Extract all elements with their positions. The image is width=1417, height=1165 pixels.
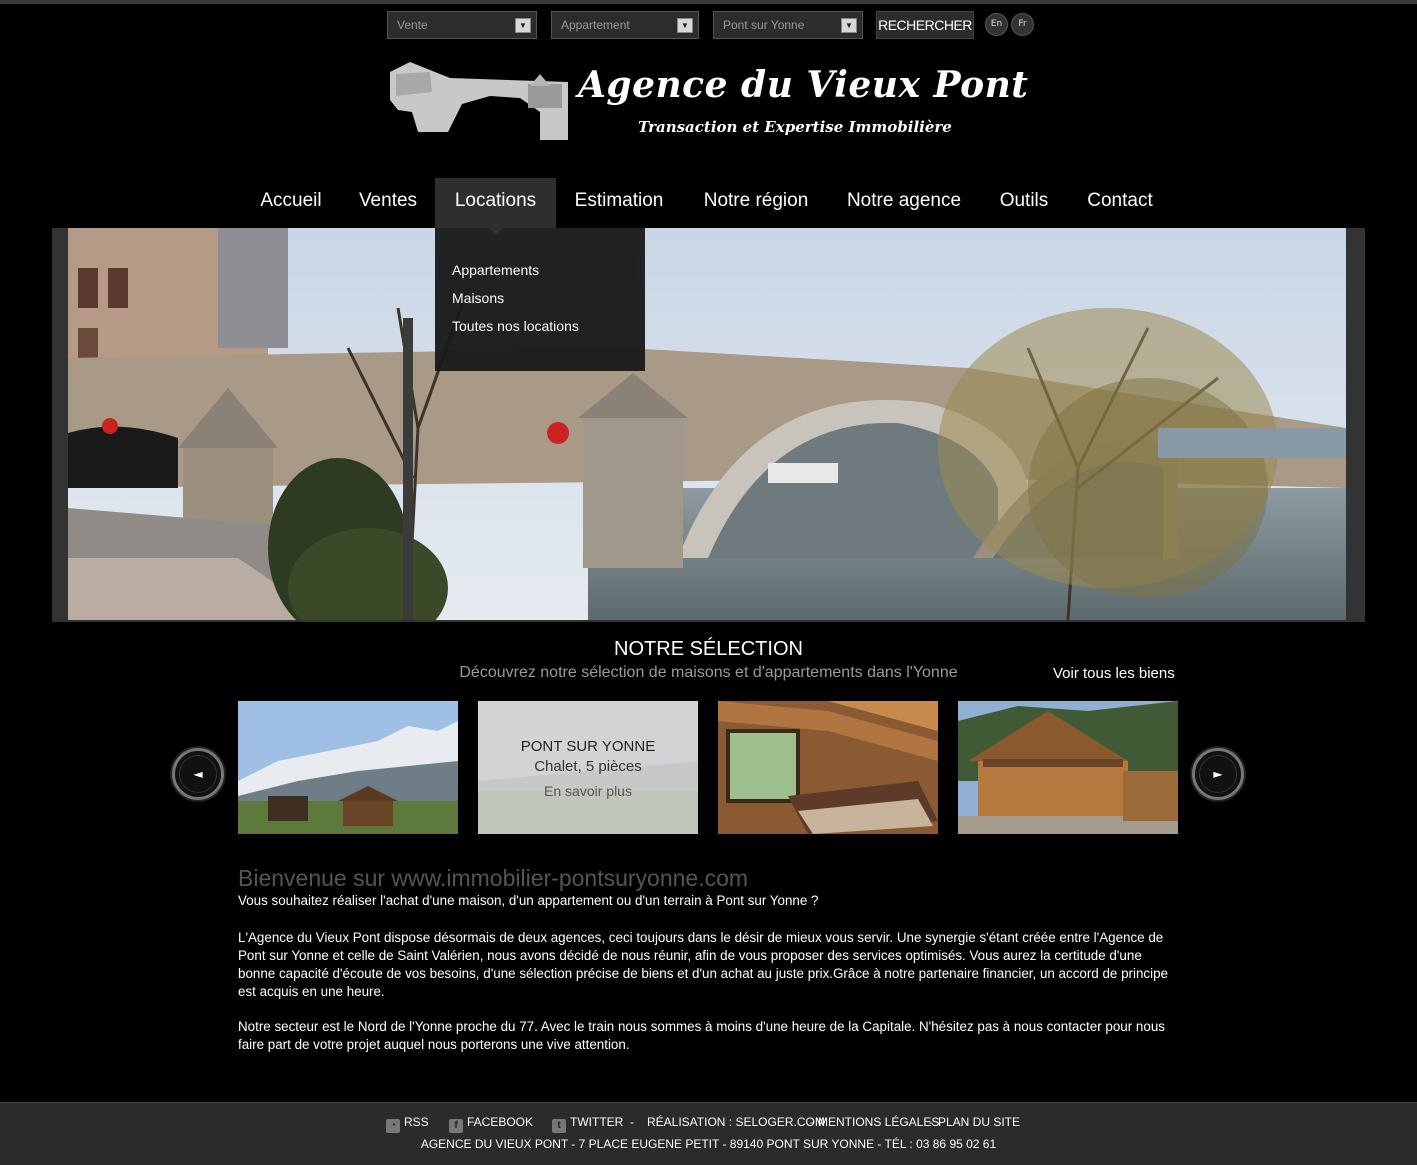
see-all-link[interactable]: Voir tous les biens (1053, 665, 1175, 682)
nav-outils[interactable]: Outils (985, 178, 1063, 228)
nav-accueil[interactable]: Accueil (244, 178, 338, 228)
property-type: Chalet, 5 pièces (534, 758, 642, 775)
dropdown-item-appartements[interactable]: Appartements (452, 262, 539, 278)
transaction-select-value: Vente (397, 18, 428, 32)
nav-notre-agence[interactable]: Notre agence (830, 178, 978, 228)
main-nav: Accueil Ventes Locations Estimation Notr… (0, 178, 1417, 228)
footer-twitter-label: TWITTER (570, 1115, 624, 1129)
welcome-intro: Vous souhaitez réaliser l'achat d'une ma… (238, 893, 819, 908)
bridge-logo-image[interactable] (390, 60, 568, 140)
twitter-icon: t (552, 1119, 566, 1133)
location-select[interactable]: Pont sur Yonne ▼ (713, 11, 863, 39)
property-town: PONT SUR YONNE (520, 738, 656, 755)
property-thumb-1[interactable] (238, 701, 458, 834)
nav-active-caret (489, 228, 503, 235)
locations-dropdown: Appartements Maisons Toutes nos location… (435, 228, 645, 371)
footer-links: ◔ RSS f FACEBOOK t TWITTER - RÉALISATION : … (0, 1115, 1417, 1133)
selection-subtitle: Découvrez notre sélection de maisons et … (459, 664, 958, 681)
lang-fr-button[interactable]: Fr (1011, 13, 1034, 36)
hero-bridge-photo (68, 228, 1346, 620)
chevron-down-icon: ▼ (515, 18, 531, 33)
footer-mentions-link[interactable]: MENTIONS LÉGALES (818, 1115, 939, 1129)
footer-separator: - (810, 1115, 814, 1129)
chevron-down-icon: ▼ (841, 18, 857, 33)
transaction-select[interactable]: Vente ▼ (387, 11, 537, 39)
top-border (0, 0, 1417, 4)
nav-locations[interactable]: Locations (435, 178, 556, 228)
property-thumb-2[interactable]: PONT SUR YONNE Chalet, 5 pièces En savoi… (478, 701, 698, 834)
rss-icon: ◔ (386, 1119, 400, 1133)
logo-subtitle: Transaction et Expertise Immobilière (638, 118, 952, 136)
nav-estimation[interactable]: Estimation (559, 178, 679, 228)
property-type-select-value: Appartement (561, 18, 630, 32)
logo-title[interactable]: Agence du Vieux Pont (578, 64, 1028, 106)
chevron-down-icon: ▼ (677, 18, 693, 33)
footer-rss-link[interactable]: ◔ RSS (386, 1115, 429, 1133)
lang-en-button[interactable]: En (985, 13, 1008, 36)
carousel-next-button[interactable]: ► (1192, 748, 1244, 800)
carousel-prev-button[interactable]: ◄ (172, 748, 224, 800)
dropdown-item-maisons[interactable]: Maisons (452, 290, 504, 306)
footer-realisation-link[interactable]: RÉALISATION : SELOGER.COM (647, 1115, 825, 1129)
nav-contact[interactable]: Contact (1071, 178, 1169, 228)
footer (0, 1102, 1417, 1165)
footer-facebook-label: FACEBOOK (467, 1115, 534, 1129)
nav-notre-region[interactable]: Notre région (686, 178, 826, 228)
welcome-title: Bienvenue sur www.immobilier-pontsuryonn… (238, 865, 749, 891)
search-button[interactable]: RECHERCHER (876, 11, 974, 39)
footer-separator: - (929, 1115, 933, 1129)
property-thumb-4[interactable] (958, 701, 1178, 834)
footer-address: AGENCE DU VIEUX PONT - 7 PLACE EUGENE PE… (420, 1137, 997, 1151)
footer-twitter-link[interactable]: t TWITTER (552, 1115, 623, 1133)
footer-rss-label: RSS (404, 1115, 429, 1129)
welcome-paragraph-agencies: L'Agence du Vieux Pont dispose désormais… (238, 930, 1168, 999)
property-thumb-3[interactable] (718, 701, 938, 834)
location-select-value: Pont sur Yonne (723, 18, 805, 32)
nav-ventes[interactable]: Ventes (342, 178, 434, 228)
property-more-link[interactable]: En savoir plus (478, 783, 698, 799)
footer-plan-link[interactable]: PLAN DU SITE (938, 1115, 1020, 1129)
selection-title: NOTRE SÉLECTION (614, 638, 803, 660)
welcome-paragraph-sector: Notre secteur est le Nord de l'Yonne pro… (238, 1019, 1165, 1052)
footer-separator: - (630, 1115, 634, 1129)
facebook-icon: f (449, 1119, 463, 1133)
dropdown-item-toutes-locations[interactable]: Toutes nos locations (452, 318, 579, 334)
property-type-select[interactable]: Appartement ▼ (551, 11, 699, 39)
footer-facebook-link[interactable]: f FACEBOOK (449, 1115, 533, 1133)
